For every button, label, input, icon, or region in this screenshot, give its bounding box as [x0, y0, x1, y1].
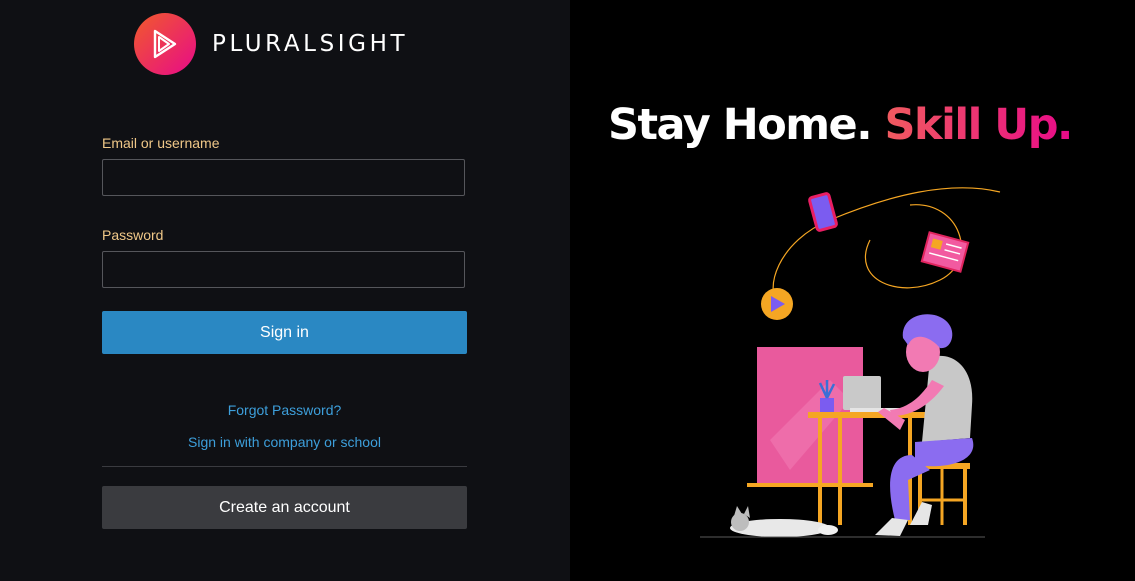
password-label: Password: [102, 227, 164, 243]
brand-name: PLURALSIGHT: [212, 31, 409, 57]
promo-headline: Stay Home. Skill Up.: [608, 100, 1128, 150]
play-logo-icon: [134, 13, 196, 75]
divider: [102, 466, 467, 467]
pluralsight-logo: PLURALSIGHT: [134, 13, 408, 75]
login-panel: PLURALSIGHT Email or username Password S…: [0, 0, 570, 581]
email-field[interactable]: [102, 159, 465, 196]
phone-icon: [808, 192, 838, 232]
headline-skill-up: Skill Up.: [884, 100, 1074, 150]
password-field[interactable]: [102, 251, 465, 288]
document-icon: [920, 231, 970, 273]
create-account-button[interactable]: Create an account: [102, 486, 467, 529]
play-circle-icon: [761, 288, 793, 320]
headline-stay-home: Stay Home.: [608, 100, 873, 150]
forgot-password-link[interactable]: Forgot Password?: [102, 402, 467, 418]
email-label: Email or username: [102, 135, 220, 151]
promo-panel: Stay Home. Skill Up.: [570, 0, 1135, 581]
company-signin-link[interactable]: Sign in with company or school: [102, 434, 467, 450]
sign-in-button[interactable]: Sign in: [102, 311, 467, 354]
woman-at-laptop-illustration: [700, 187, 1001, 538]
